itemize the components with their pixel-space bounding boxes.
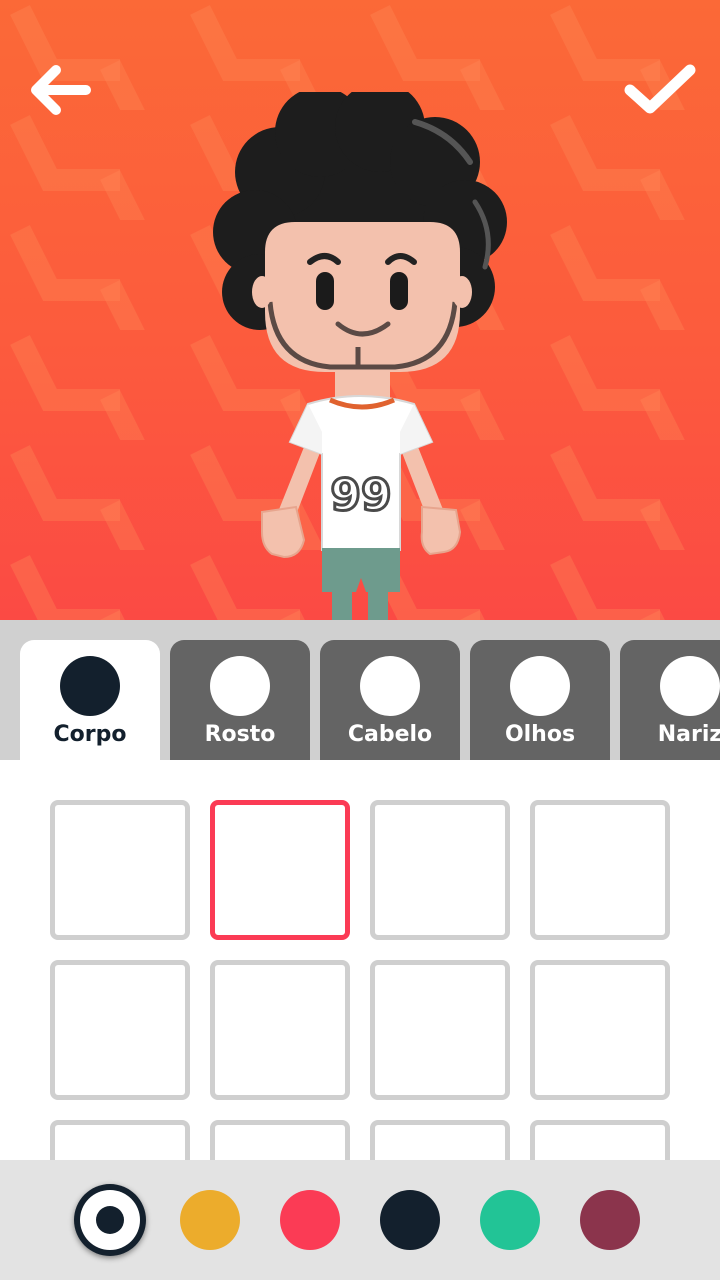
color-swatch-maroon[interactable]: [580, 1190, 640, 1250]
tab-rosto-swatch: [210, 656, 270, 716]
option-tile[interactable]: [50, 1120, 190, 1160]
confirm-button[interactable]: [620, 50, 700, 130]
color-swatch-navy[interactable]: [380, 1190, 440, 1250]
tab-cabelo[interactable]: Cabelo: [320, 640, 460, 760]
option-tile[interactable]: [530, 960, 670, 1100]
option-tile[interactable]: [50, 960, 190, 1100]
color-swatch-green[interactable]: [480, 1190, 540, 1250]
tab-olhos[interactable]: Olhos: [470, 640, 610, 760]
tab-nariz-label: Nariz: [657, 722, 720, 747]
selected-dot: [96, 1206, 124, 1234]
tab-olhos-label: Olhos: [504, 722, 576, 747]
option-tile[interactable]: [50, 800, 190, 940]
back-button[interactable]: [20, 50, 100, 130]
options-grid: [0, 760, 720, 1160]
tab-cabelo-swatch: [360, 656, 420, 716]
tab-rosto-label: Rosto: [204, 722, 276, 747]
tab-corpo-label: Corpo: [53, 722, 127, 747]
option-tile[interactable]: [530, 800, 670, 940]
checkmark-icon: [624, 64, 696, 114]
tab-rosto[interactable]: Rosto: [170, 640, 310, 760]
color-swatch-red[interactable]: [280, 1190, 340, 1250]
jersey-number: 99: [330, 470, 391, 521]
color-swatch-yellow[interactable]: [180, 1190, 240, 1250]
tab-cabelo-label: Cabelo: [347, 722, 433, 747]
tab-olhos-swatch: [510, 656, 570, 716]
avatar-character: 99: [213, 92, 507, 620]
color-palette: [0, 1160, 720, 1280]
selected-ring: [80, 1190, 140, 1250]
option-tile[interactable]: [370, 800, 510, 940]
option-tile[interactable]: [370, 1120, 510, 1160]
avatar-preview: 99: [0, 0, 720, 620]
tab-nariz-swatch: [660, 656, 720, 716]
color-swatch-dark-navy-selected[interactable]: [74, 1184, 146, 1256]
option-tile[interactable]: [530, 1120, 670, 1160]
option-tile[interactable]: [210, 1120, 350, 1160]
option-tile-selected[interactable]: [210, 800, 350, 940]
tab-corpo-swatch: [60, 656, 120, 716]
option-tile[interactable]: [210, 960, 350, 1100]
tab-corpo[interactable]: Corpo: [20, 640, 160, 760]
arrow-left-icon: [31, 65, 91, 115]
tab-nariz[interactable]: Nariz: [620, 640, 720, 760]
category-tabs: Corpo Rosto Cabelo Olhos Nariz: [0, 620, 720, 760]
option-tile[interactable]: [370, 960, 510, 1100]
